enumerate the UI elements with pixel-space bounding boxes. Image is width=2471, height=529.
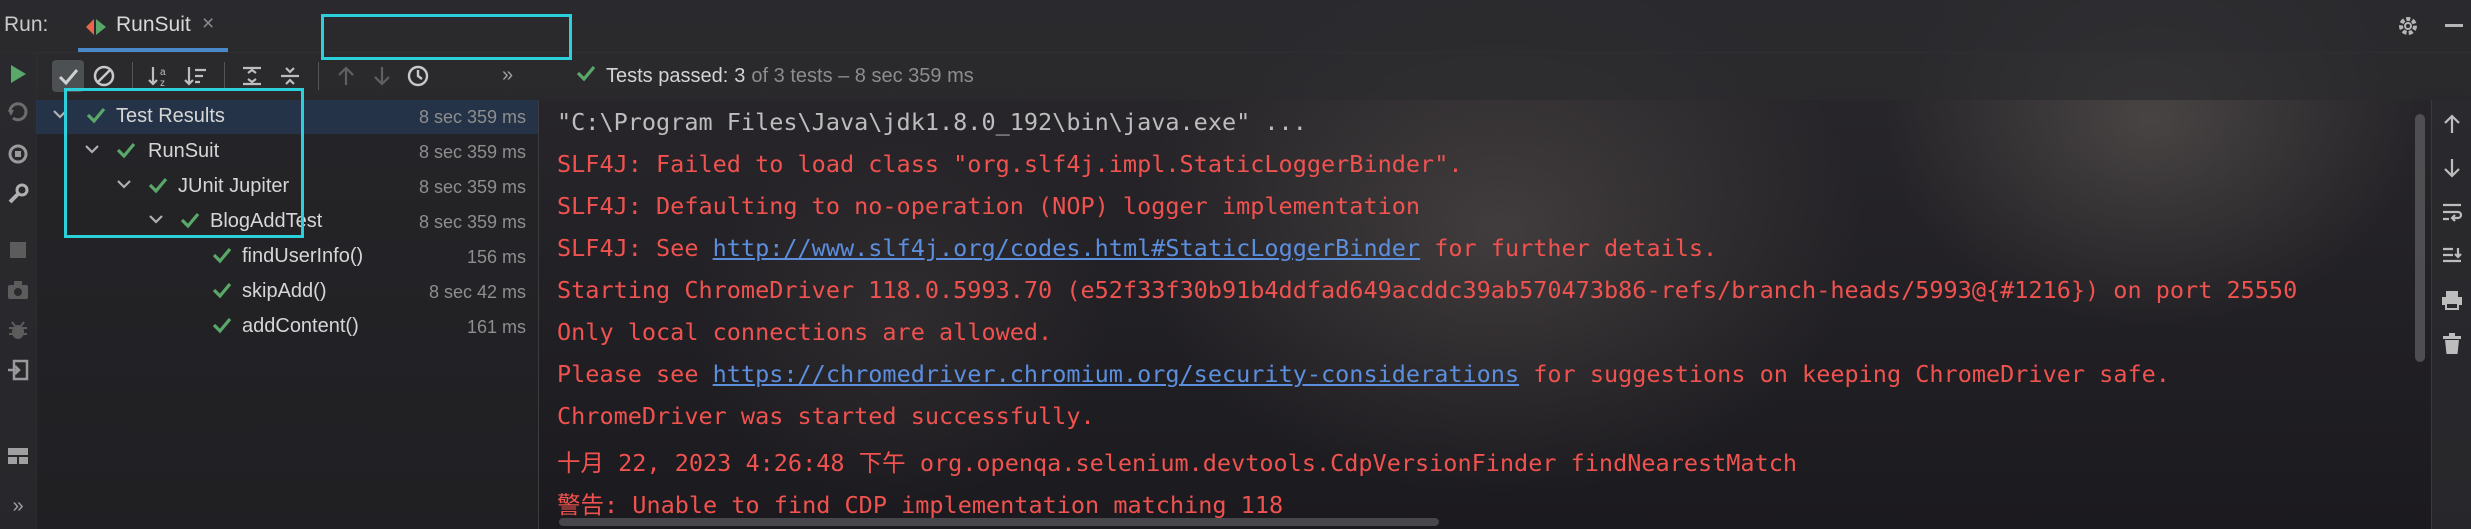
svg-text:a: a [160, 67, 166, 78]
tree-item-time: 8 sec 359 ms [418, 177, 526, 197]
highlight-box-status [321, 14, 572, 60]
next-test-icon[interactable] [366, 60, 398, 92]
console-line: 十月 22, 2023 4:26:48 下午 org.openqa.seleni… [557, 449, 1798, 477]
rerun-icon[interactable] [4, 60, 32, 88]
console-line: SLF4J: Defaulting to no-operation (NOP) … [557, 192, 1421, 220]
vertical-scrollbar[interactable] [2415, 114, 2425, 362]
rerun-failed-icon[interactable] [4, 98, 32, 126]
previous-test-icon[interactable] [330, 60, 362, 92]
tests-passed-label: Tests passed: [606, 64, 729, 87]
toggle-auto-test-icon[interactable] [4, 140, 32, 168]
tests-passed-count: 3 [734, 64, 746, 87]
up-arrow-icon[interactable] [2438, 110, 2466, 138]
chromedriver-security-link[interactable]: https://chromedriver.chromium.org/securi… [713, 360, 1519, 388]
tree-row-addcontent[interactable]: addContent() 161 ms [36, 310, 538, 344]
slf4j-link[interactable]: http://www.slf4j.org/codes.html#StaticLo… [713, 234, 1420, 262]
console-line: 警告: Unable to find CDP implementation ma… [557, 491, 1284, 519]
settings-icon[interactable] [2396, 14, 2420, 43]
passed-check-icon [576, 64, 596, 88]
run-tool-window: Run: RunSuit × » a z » Tests passed: 3 o… [0, 0, 2471, 529]
exit-icon[interactable] [4, 356, 32, 384]
debug-bug-icon[interactable] [4, 316, 32, 344]
wrench-icon[interactable] [4, 180, 32, 208]
run-label: Run: [4, 13, 49, 36]
tree-item-label: findUserInfo() [242, 245, 364, 267]
tree-item-label: skipAdd() [242, 280, 327, 302]
console-line: ChromeDriver was started successfully. [557, 402, 1095, 430]
console-line: Please see https://chromedriver.chromium… [557, 360, 2170, 388]
horizontal-scrollbar[interactable] [559, 518, 1439, 526]
soft-wrap-icon[interactable] [2438, 198, 2466, 226]
passed-check-icon [212, 316, 232, 340]
camera-icon[interactable] [4, 276, 32, 304]
tree-item-time: 8 sec 359 ms [418, 142, 526, 162]
console-line: SLF4J: See http://www.slf4j.org/codes.ht… [557, 234, 1717, 262]
toolbar-more-icon[interactable]: » [502, 64, 513, 87]
test-status: Tests passed: 3 of 3 tests – 8 sec 359 m… [576, 52, 974, 100]
stop-icon[interactable] [4, 236, 32, 264]
console-text: Please see [557, 360, 713, 388]
tree-item-time: 161 ms [466, 317, 526, 337]
print-icon[interactable] [2438, 286, 2466, 314]
console-output[interactable]: "C:\Program Files\Java\jdk1.8.0_192\bin\… [539, 100, 2431, 529]
highlight-box-tree [64, 88, 304, 238]
history-icon[interactable] [402, 60, 434, 92]
tests-passed-detail: of 3 tests – 8 sec 359 ms [751, 64, 974, 87]
down-arrow-icon[interactable] [2438, 154, 2466, 182]
junit-config-icon [84, 16, 110, 43]
tree-item-time: 8 sec 359 ms [418, 107, 526, 127]
tab-runsuit[interactable]: RunSuit × [78, 0, 228, 52]
close-icon[interactable]: × [202, 12, 214, 36]
tree-item-time: 156 ms [466, 247, 526, 267]
console-line: SLF4J: Failed to load class "org.slf4j.i… [557, 150, 1463, 178]
svg-text:z: z [160, 78, 165, 88]
tab-label: RunSuit [116, 13, 191, 36]
tree-item-time: 8 sec 42 ms [428, 282, 526, 302]
passed-check-icon [212, 246, 232, 270]
layout-icon[interactable] [4, 442, 32, 470]
scroll-to-end-icon[interactable] [2438, 242, 2466, 270]
tree-item-time: 8 sec 359 ms [418, 212, 526, 232]
left-toolbar: » [0, 52, 37, 529]
console-text: SLF4J: See [557, 234, 713, 262]
console-text: for suggestions on keeping ChromeDriver … [1519, 360, 2170, 388]
tree-row-finduserinfo[interactable]: findUserInfo() 156 ms [36, 240, 538, 274]
console-text: for further details. [1420, 234, 1718, 262]
trash-icon[interactable] [2438, 330, 2466, 358]
passed-check-icon [212, 281, 232, 305]
console-toolbar [2431, 100, 2471, 529]
tree-row-skipadd[interactable]: skipAdd() 8 sec 42 ms [36, 275, 538, 309]
console-line: Starting ChromeDriver 118.0.5993.70 (e52… [557, 276, 2298, 304]
more-tools-icon[interactable]: » [4, 492, 32, 520]
console-line: "C:\Program Files\Java\jdk1.8.0_192\bin\… [557, 108, 1307, 136]
tree-item-label: addContent() [242, 315, 359, 337]
minimize-icon[interactable] [2445, 24, 2463, 27]
console-line: Only local connections are allowed. [557, 318, 1053, 346]
